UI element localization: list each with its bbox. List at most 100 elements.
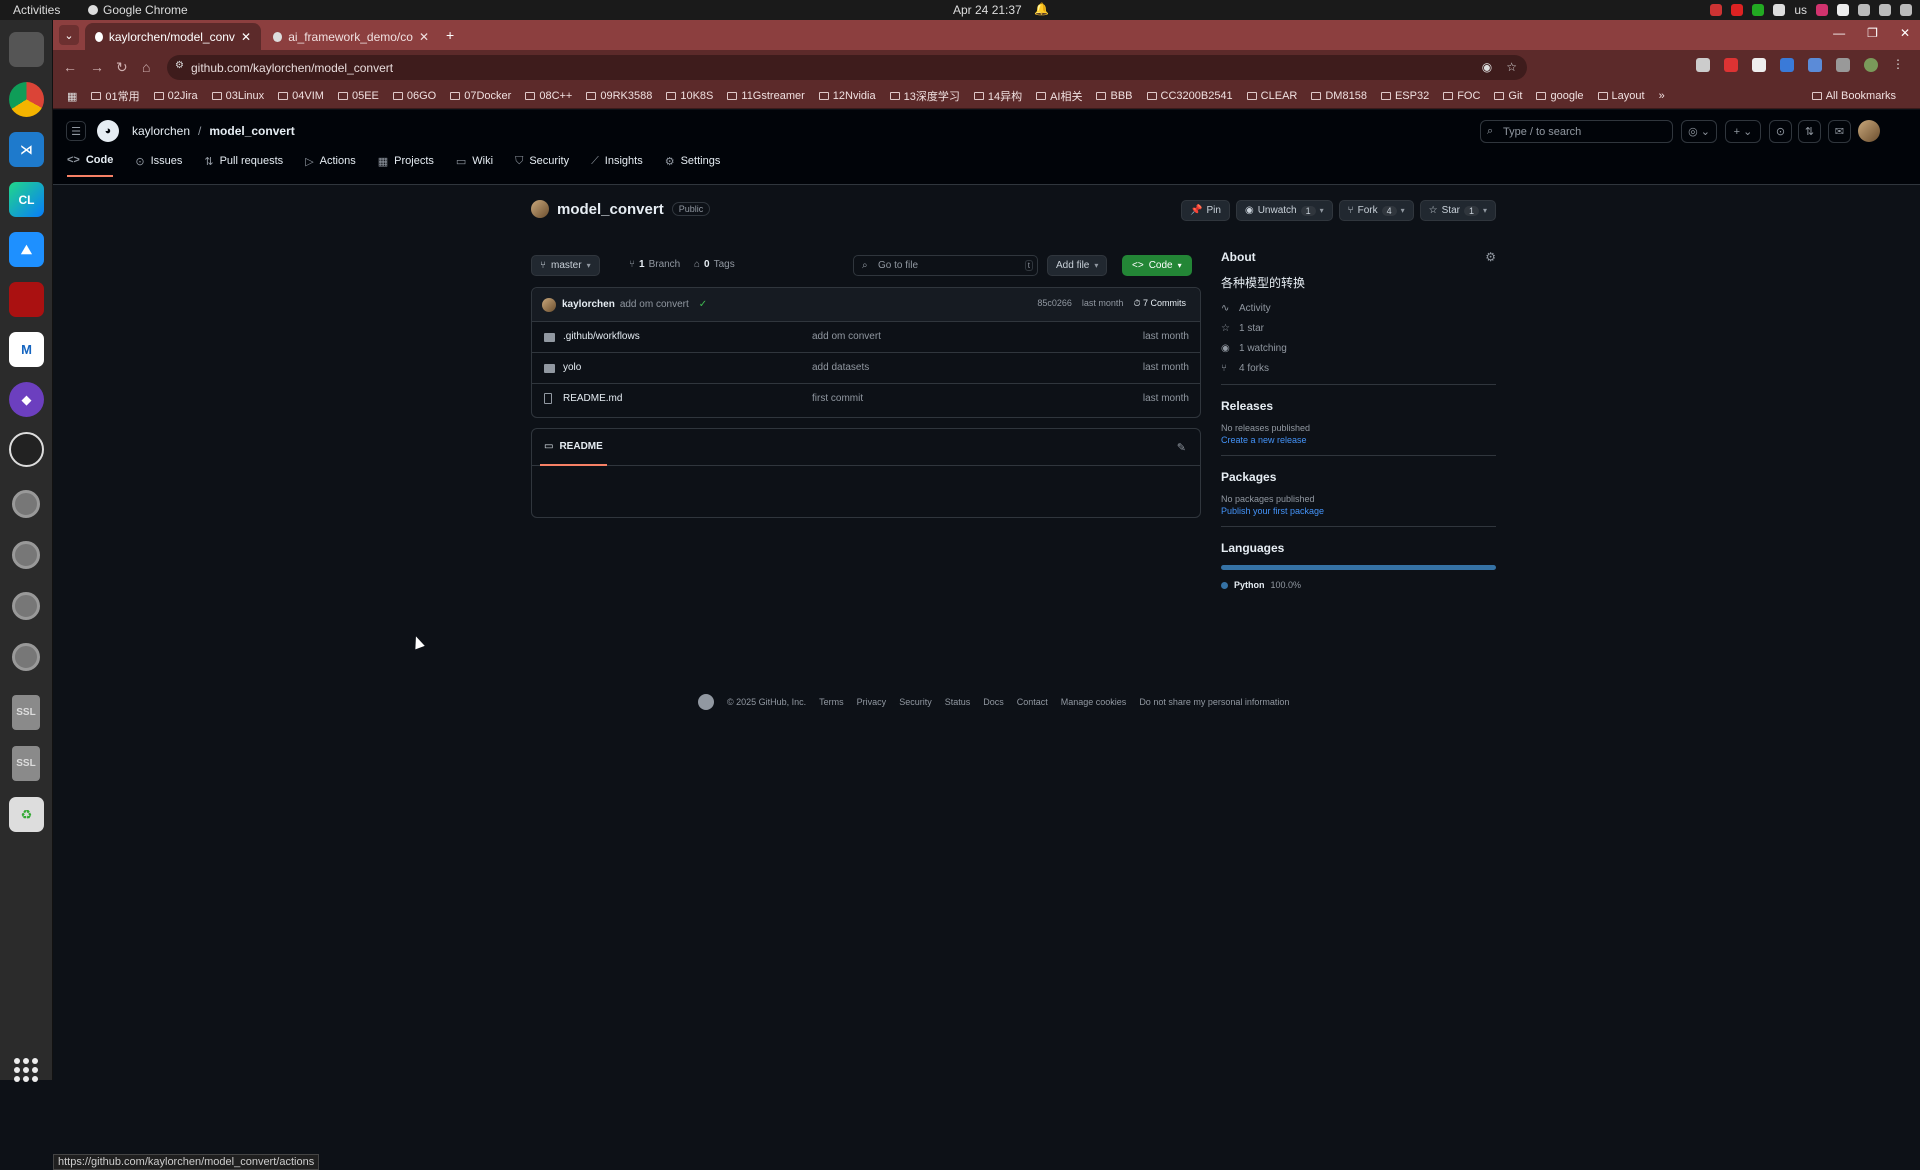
wifi-icon[interactable] [1858, 4, 1870, 16]
clion-icon[interactable]: CL [9, 182, 44, 217]
more-bookmarks-icon[interactable]: » [1659, 90, 1665, 102]
extensions-puzzle-icon[interactable] [1836, 58, 1850, 72]
file-name[interactable]: .github/workflows [563, 331, 640, 342]
star-button[interactable]: ☆ Star 1 ▾ [1419, 200, 1496, 221]
tab-settings[interactable]: ⚙ Settings [665, 154, 721, 177]
extension-icon[interactable] [1752, 58, 1766, 72]
file-row[interactable]: README.md first commit last month [532, 384, 1200, 415]
new-tab-icon[interactable]: + [446, 27, 454, 43]
bookmark-folder[interactable]: 14异构 [973, 88, 1022, 104]
repo-link[interactable]: model_convert [209, 124, 294, 138]
meetings-icon[interactable]: ⛰ [9, 232, 44, 267]
forward-icon[interactable]: → [90, 59, 104, 75]
code-button[interactable]: <> Code ▾ [1122, 255, 1192, 276]
volume-icon[interactable] [1879, 4, 1891, 16]
bookmark-folder[interactable]: 11Gstreamer [727, 90, 805, 102]
pull-requests-icon[interactable]: ⇅ [1798, 120, 1821, 143]
close-window-icon[interactable]: ✕ [1900, 26, 1910, 40]
bookmark-folder[interactable]: 12Nvidia [818, 90, 876, 102]
tab-projects[interactable]: ▦ Projects [378, 154, 434, 177]
tab-search-icon[interactable]: ⌄ [59, 25, 79, 45]
footer-link[interactable]: Docs [983, 697, 1004, 707]
show-apps-icon[interactable] [14, 1058, 39, 1083]
watching-link[interactable]: ◉ 1 watching [1221, 343, 1496, 354]
chevron-down-icon[interactable]: ▾ [1483, 206, 1487, 215]
tab-issues[interactable]: ⊙ Issues [135, 154, 182, 177]
power-icon[interactable] [1900, 4, 1912, 16]
check-icon[interactable]: ✓ [699, 299, 707, 310]
file-name[interactable]: yolo [563, 362, 581, 373]
minimize-icon[interactable]: — [1833, 26, 1845, 40]
tab-wiki[interactable]: ▭ Wiki [456, 154, 493, 177]
commit-author-avatar[interactable] [542, 297, 556, 312]
packages-title[interactable]: Packages [1221, 470, 1496, 484]
tab-active[interactable]: kaylorchen/model_conv ✕ [85, 23, 261, 50]
repo-name[interactable]: model_convert [557, 201, 664, 218]
language-item[interactable]: Python 100.0% [1221, 580, 1496, 590]
address-bar[interactable]: ⚙ github.com/kaylorchen/model_convert ◉ ☆ [167, 55, 1527, 80]
clock[interactable]: Apr 24 21:37 [953, 3, 1022, 17]
bookmark-folder[interactable]: 02Jira [153, 90, 198, 102]
readme-tab[interactable]: ▭ README [540, 429, 607, 466]
unwatch-button[interactable]: ◉ Unwatch 1 ▾ [1235, 200, 1333, 221]
create-release-link[interactable]: Create a new release [1221, 435, 1496, 445]
bookmark-folder[interactable]: BBB [1096, 90, 1133, 102]
bookmark-folder[interactable]: CC3200B2541 [1146, 90, 1233, 102]
tags-link[interactable]: ⌂ 0 Tags [694, 259, 735, 270]
footer-link[interactable]: Status [945, 697, 971, 707]
tray-app-icon[interactable] [1837, 4, 1849, 16]
search-input[interactable]: ⌕ Type / to search [1480, 120, 1673, 143]
footer-link[interactable]: Manage cookies [1061, 697, 1127, 707]
tray-app-icon[interactable] [1710, 4, 1723, 16]
add-file-button[interactable]: Add file ▾ [1047, 255, 1108, 276]
extension-icon[interactable] [1780, 58, 1794, 72]
bookmark-folder[interactable]: ESP32 [1380, 90, 1429, 102]
bookmark-folder[interactable]: 04VIM [278, 90, 324, 102]
bookmark-folder[interactable]: 03Linux [211, 90, 264, 102]
ssl-drive-icon[interactable]: SSL [12, 695, 40, 730]
bookmark-folder[interactable]: 09RK3588 [586, 90, 652, 102]
maximize-icon[interactable]: ❐ [1867, 26, 1878, 40]
tray-app-icon[interactable] [1773, 4, 1786, 16]
ssl-drive-icon[interactable]: SSL [12, 746, 40, 781]
file-row[interactable]: .github/workflows add om convert last mo… [532, 322, 1200, 353]
commits-link[interactable]: ⏱ 7 Commits [1133, 298, 1186, 309]
releases-title[interactable]: Releases [1221, 399, 1496, 413]
activities-button[interactable]: Activities [13, 3, 60, 17]
back-icon[interactable]: ← [63, 59, 77, 75]
chrome-icon[interactable] [9, 82, 44, 117]
home-icon[interactable]: ⌂ [142, 59, 150, 75]
active-app-indicator[interactable]: Google Chrome [88, 3, 188, 17]
reload-icon[interactable]: ↻ [116, 59, 128, 76]
bookmark-folder[interactable]: CLEAR [1246, 90, 1297, 102]
fork-button[interactable]: ⑂ Fork 4 ▾ [1338, 200, 1414, 221]
owner-avatar[interactable] [531, 200, 549, 218]
bookmark-folder[interactable]: AI相关 [1036, 88, 1082, 104]
github-logo-icon[interactable]: ◕ [97, 120, 119, 142]
files-icon[interactable] [9, 32, 44, 67]
hamburger-menu-icon[interactable]: ☰ [66, 121, 86, 141]
cast-icon[interactable]: ◉ [1482, 60, 1492, 74]
tab-code[interactable]: <> Code [67, 154, 114, 177]
tab-security[interactable]: ⛉ Security [515, 154, 569, 177]
extension-icon[interactable] [1724, 58, 1738, 72]
bookmark-folder[interactable]: 10K8S [666, 90, 713, 102]
tray-app-icon[interactable] [1752, 4, 1765, 16]
tray-app-icon[interactable] [1816, 4, 1828, 16]
user-avatar[interactable] [1858, 120, 1880, 142]
close-icon[interactable]: ✕ [419, 30, 429, 44]
menu-icon[interactable]: ⋮ [1892, 58, 1906, 72]
footer-link[interactable]: Terms [819, 697, 844, 707]
stars-link[interactable]: ☆ 1 star [1221, 323, 1496, 334]
disc-icon[interactable] [12, 490, 40, 518]
keyboard-layout[interactable]: us [1794, 3, 1807, 17]
mail-icon[interactable]: M [9, 332, 44, 367]
footer-link[interactable]: Privacy [857, 697, 887, 707]
activity-link[interactable]: ∿ Activity [1221, 303, 1496, 314]
disc-icon[interactable] [12, 541, 40, 569]
terminal-icon[interactable] [9, 282, 44, 317]
tab-pull-requests[interactable]: ⇅ Pull requests [204, 154, 283, 177]
bookmark-folder[interactable]: 13深度学习 [889, 88, 960, 104]
go-to-file-input[interactable]: ⌕ Go to file t [853, 255, 1038, 276]
apps-icon[interactable]: ▦ [67, 90, 77, 103]
